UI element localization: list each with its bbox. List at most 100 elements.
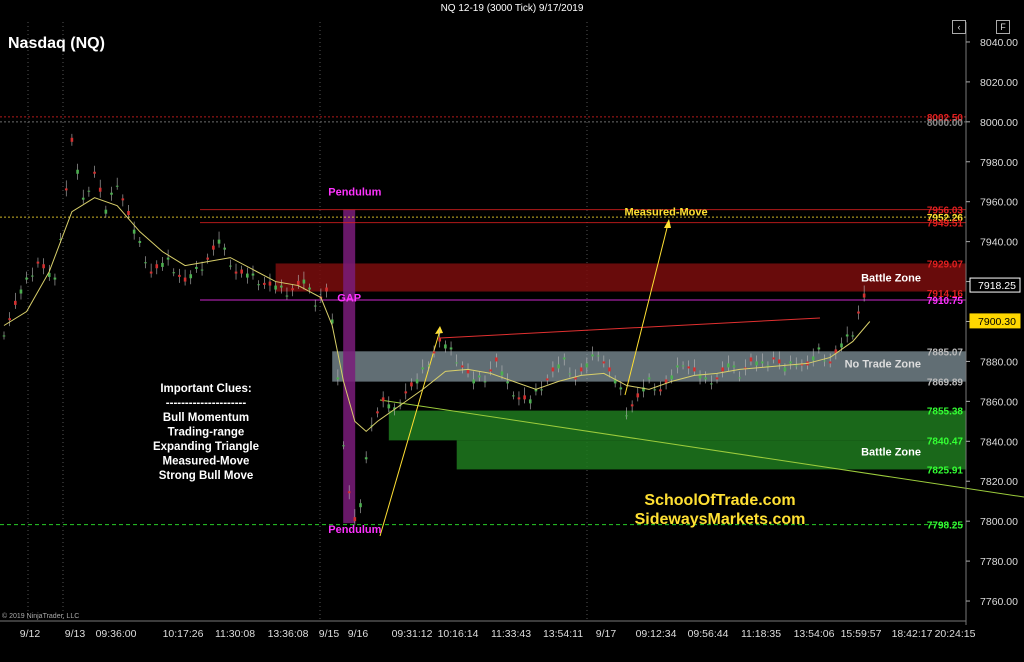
candle-body: [353, 517, 357, 522]
x-tick-label: 09:31:12: [392, 628, 433, 640]
candle-body: [342, 445, 345, 447]
candle-body: [291, 288, 294, 291]
candle-body: [200, 269, 204, 271]
candle-body: [387, 404, 391, 409]
candle-body: [149, 271, 153, 274]
pendulum-bar: [343, 209, 356, 524]
candle-body: [478, 375, 481, 378]
candle-body: [302, 279, 306, 284]
candle-body: [104, 209, 108, 214]
candle-body: [772, 357, 775, 360]
candle-body: [364, 457, 368, 460]
candle-body: [551, 367, 555, 372]
candle-body: [681, 365, 685, 367]
level-label: 7855.38: [927, 407, 964, 418]
x-tick-label: 13:54:11: [543, 628, 583, 640]
candle-body: [251, 273, 255, 276]
candle-body: [636, 393, 640, 398]
candle-body: [257, 284, 260, 286]
x-tick-label: 10:16:14: [438, 628, 479, 640]
candle-body: [404, 391, 408, 394]
level-label: 7910.75: [927, 296, 964, 307]
candle-body: [811, 356, 815, 361]
candle-body: [687, 366, 691, 369]
candle-body: [308, 287, 311, 290]
candle-body: [596, 355, 600, 357]
candle-body: [2, 335, 6, 337]
candle-body: [240, 269, 243, 274]
candle-body: [336, 377, 340, 380]
candle-body: [500, 371, 504, 376]
candle-body: [36, 261, 40, 264]
level-label: 7825.91: [927, 465, 964, 476]
clue-line: Strong Bull Move: [159, 470, 254, 482]
candle-body: [25, 277, 28, 280]
annotation: Pendulum: [328, 187, 381, 199]
zone-label: Battle Zone: [861, 273, 921, 285]
candle-body: [817, 347, 821, 350]
candle-body: [359, 503, 362, 508]
candle-body: [472, 379, 475, 384]
x-tick-label: 9/12: [20, 628, 41, 640]
clue-line: Important Clues:: [160, 383, 251, 395]
candle-body: [511, 395, 515, 397]
candle-body: [376, 411, 379, 414]
x-tick-label: 11:18:35: [741, 628, 781, 640]
candle-body: [579, 367, 583, 372]
candle-body: [766, 365, 770, 367]
y-tick-label: 7800.00: [980, 516, 1018, 528]
clue-line: ---------------------: [166, 398, 247, 410]
candle-body: [670, 375, 674, 380]
x-tick-label: 10:17:26: [163, 628, 204, 640]
candle-body: [489, 369, 492, 372]
candle-body: [42, 264, 45, 269]
branding-text: SidewaysMarkets.com: [635, 511, 806, 528]
candle-body: [234, 271, 238, 274]
candle-body: [313, 305, 317, 307]
candle-body: [155, 264, 159, 269]
candle-body: [195, 266, 198, 269]
level-label: 7949.51: [927, 219, 964, 230]
level-label: 7840.47: [927, 436, 964, 447]
candle-body: [625, 415, 628, 417]
candle-body: [585, 363, 589, 368]
candle-body: [166, 257, 170, 260]
level-label: 7885.07: [927, 347, 964, 358]
x-tick-label: 11:33:43: [491, 628, 531, 640]
y-tick-label: 7840.00: [980, 436, 1018, 448]
format-button[interactable]: F: [996, 20, 1010, 34]
candle-body: [461, 365, 464, 368]
y-tick-label: 7940.00: [980, 237, 1018, 249]
chevron-left-icon[interactable]: ‹: [952, 20, 966, 34]
zone-2: [388, 410, 966, 441]
price-chart[interactable]: 8002.508000.007956.037952.267949.517929.…: [0, 0, 1024, 662]
candle-body: [619, 387, 623, 390]
candle-body: [653, 389, 657, 391]
candle-body: [557, 364, 560, 369]
candle-body: [760, 361, 764, 364]
candle-body: [30, 275, 34, 277]
candle-body: [823, 360, 826, 362]
candle-body: [93, 171, 96, 174]
y-tick-label: 7860.00: [980, 396, 1018, 408]
candle-body: [851, 335, 855, 337]
x-tick-label: 15:59:57: [841, 628, 882, 640]
chart-background: [0, 0, 1024, 662]
y-tick-label: 7760.00: [980, 596, 1018, 608]
level-label: 7929.07: [927, 259, 964, 270]
candle-body: [347, 491, 351, 494]
candle-body: [721, 367, 724, 372]
candle-body: [410, 382, 413, 387]
x-tick-label: 13:36:08: [268, 628, 309, 640]
candle-body: [574, 377, 577, 380]
candle-body: [568, 373, 572, 375]
candle-body: [87, 190, 91, 192]
level-label: 7869.89: [927, 378, 964, 389]
candle-body: [53, 277, 57, 280]
candle-body: [591, 354, 594, 357]
candle-body: [704, 377, 707, 380]
candle-body: [432, 351, 436, 354]
candle-body: [98, 187, 102, 192]
candle-body: [602, 361, 606, 364]
x-tick-label: 13:54:06: [794, 628, 835, 640]
